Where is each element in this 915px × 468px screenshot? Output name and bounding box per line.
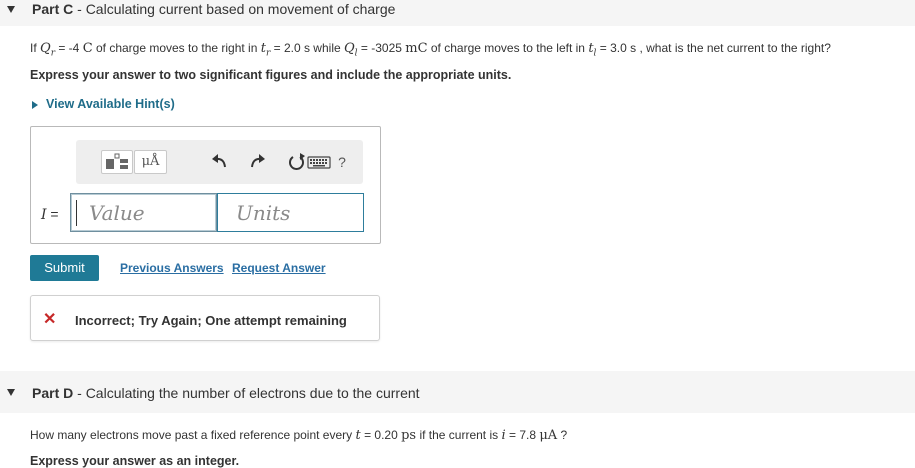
unit-picosecond: ps [401, 428, 417, 443]
part-d-title-text: Calculating the number of electrons due … [85, 385, 420, 401]
x-icon: ✕ [43, 311, 57, 328]
keyboard-icon-graphic [307, 156, 331, 169]
part-d-question: How many electrons move past a fixed ref… [30, 428, 567, 443]
answer-variable-label: I = [41, 206, 59, 223]
feedback-box: ✕ Incorrect; Try Again; One attempt rema… [30, 295, 380, 341]
question-text: = -4 [55, 41, 83, 55]
answer-box: μÅ ? I = Value Units [30, 126, 381, 244]
units-icon[interactable]: μÅ [134, 150, 167, 174]
expand-triangle-icon[interactable] [32, 100, 38, 109]
question-text: = 2.0 s while [270, 41, 344, 55]
part-d-title: Part D - Calculating the number of elect… [32, 385, 420, 401]
unit-microampere: μA [539, 428, 558, 443]
question-text: of charge moves to the left in [427, 41, 589, 55]
part-c-instruction: Express your answer to two significant f… [30, 68, 512, 82]
var-q-letter: Q [344, 41, 355, 56]
var-q: Qr [40, 41, 55, 59]
value-input[interactable]: Value [70, 193, 217, 232]
view-hints-link[interactable]: View Available Hint(s) [32, 97, 175, 111]
part-c-separator: - [73, 1, 86, 17]
redo-icon[interactable] [246, 152, 268, 172]
help-icon[interactable]: ? [334, 152, 350, 176]
value-placeholder: Value [89, 201, 145, 225]
part-d-header[interactable]: Part D - Calculating the number of elect… [0, 371, 915, 413]
undo-icon[interactable] [209, 152, 231, 172]
question-text: if the current is [416, 428, 502, 442]
part-c-label: Part C [32, 1, 74, 17]
question-text: How many electrons move past a fixed ref… [30, 428, 356, 442]
question-text: ? [557, 428, 568, 442]
part-d-separator: - [73, 385, 86, 401]
units-input[interactable]: Units [217, 193, 364, 232]
templates-icon[interactable] [101, 150, 133, 174]
equals-sign: = [46, 206, 59, 222]
part-d-label: Part D [32, 385, 74, 401]
feedback-message: Incorrect; Try Again; One attempt remain… [75, 313, 347, 328]
units-placeholder: Units [236, 201, 291, 225]
unit-coulomb: C [82, 41, 93, 56]
previous-answers-link[interactable]: Previous Answers [120, 261, 224, 275]
part-c-title: Part C - Calculating current based on mo… [32, 1, 395, 17]
part-c-question: If Qr = -4 C of charge moves to the righ… [30, 41, 831, 59]
question-text: = -3025 [357, 41, 406, 55]
redo-icon-graphic [251, 154, 265, 168]
question-text: = 3.0 s , what is the net current to the… [596, 41, 831, 55]
question-text: = 0.20 [360, 428, 402, 442]
request-answer-link[interactable]: Request Answer [232, 261, 326, 275]
question-text: of charge moves to the right in [92, 41, 261, 55]
part-c-title-text: Calculating current based on movement of… [85, 1, 396, 17]
keyboard-icon[interactable] [306, 152, 332, 172]
collapse-triangle-icon[interactable] [7, 389, 15, 396]
templates-icon-graphic [106, 153, 128, 169]
part-c-header[interactable]: Part C - Calculating current based on mo… [0, 0, 915, 26]
reset-icon[interactable] [285, 152, 307, 172]
var-q-letter: Q [40, 41, 51, 56]
math-toolbar: μÅ ? [76, 140, 363, 184]
question-text: If [30, 41, 41, 55]
collapse-triangle-icon[interactable] [7, 6, 15, 13]
unit-millicoulomb: mC [405, 41, 428, 56]
view-hints-label[interactable]: View Available Hint(s) [46, 97, 175, 111]
submit-button[interactable]: Submit [30, 255, 99, 281]
reset-icon-graphic [289, 153, 305, 170]
var-t: tr [261, 41, 271, 59]
text-caret [76, 200, 77, 226]
var-q: Ql [344, 41, 358, 59]
question-text: = 7.8 [505, 428, 540, 442]
undo-icon-graphic [212, 154, 226, 168]
